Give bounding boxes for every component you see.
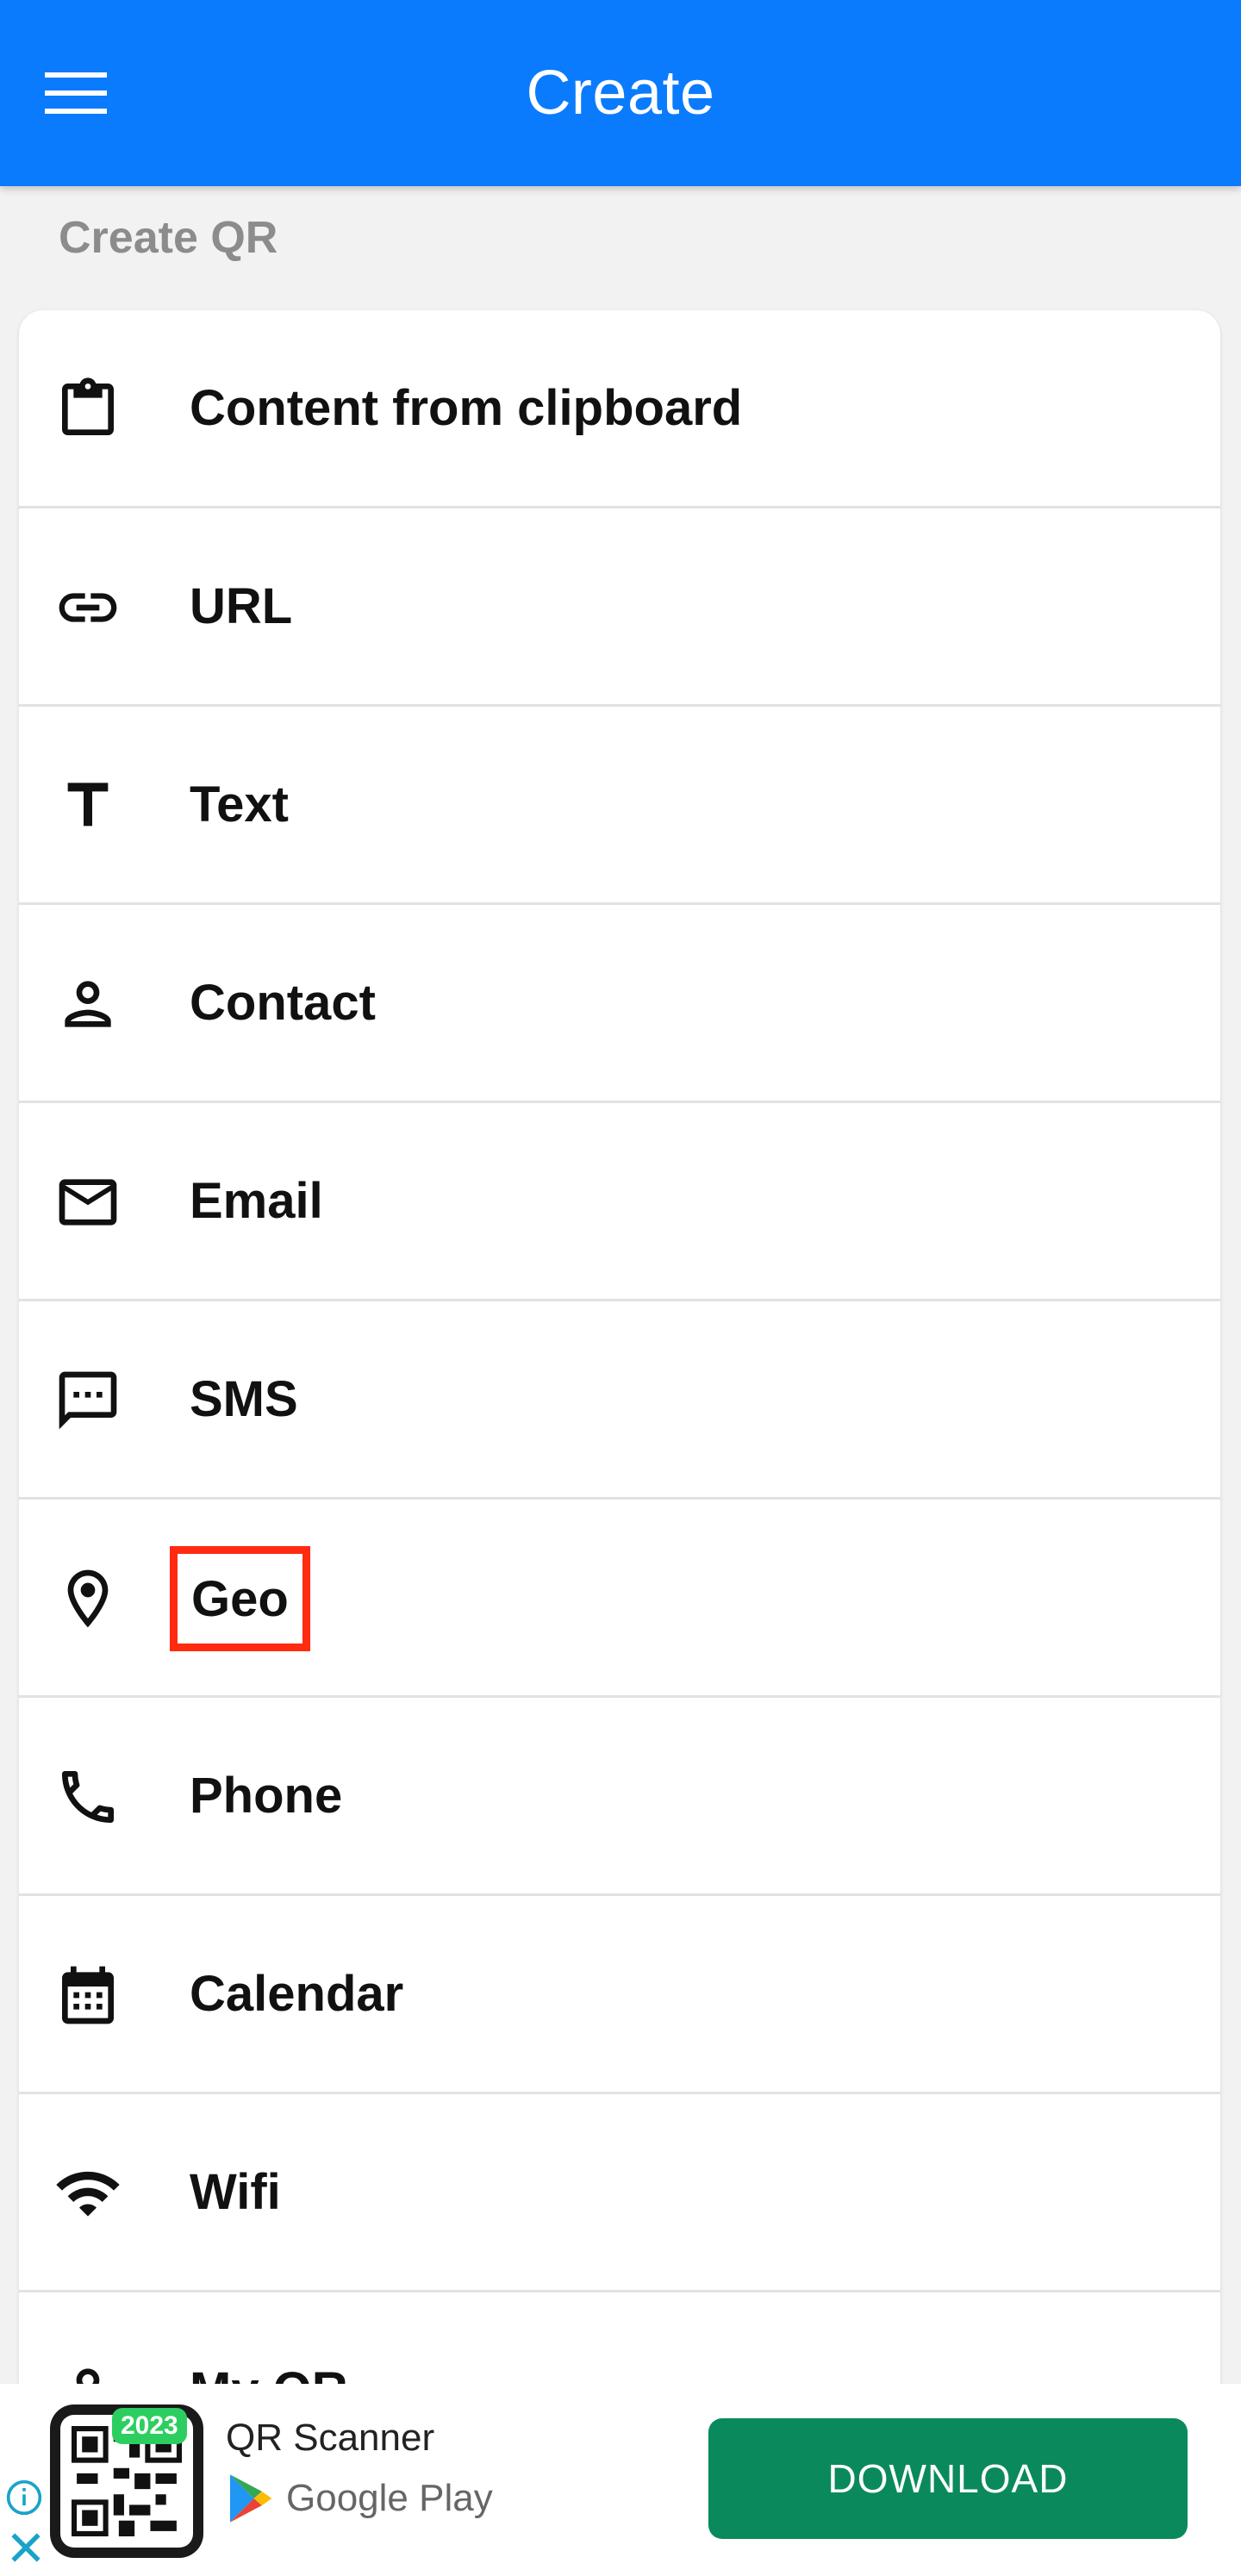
person-icon [53,970,122,1039]
list-item-label: URL [190,578,293,634]
list-item-contact[interactable]: Contact [19,905,1220,1103]
message-icon [53,1366,122,1435]
link-icon [53,573,122,642]
location-pin-icon [53,1564,122,1633]
envelope-icon [53,1168,122,1237]
ad-app-name[interactable]: QR Scanner [226,2386,434,2460]
calendar-icon [53,1961,122,2030]
list-item-label: Email [190,1173,323,1229]
wifi-icon [53,2159,122,2228]
close-icon[interactable] [7,2529,45,2567]
list-item-label: Calendar [190,1966,404,2022]
list-item-label: Phone [190,1768,343,1824]
google-play-icon [229,2474,272,2523]
app-bar: Create [0,0,1241,186]
download-button[interactable]: DOWNLOAD [708,2418,1188,2539]
clipboard-icon [53,375,122,444]
list-item-calendar[interactable]: Calendar [19,1896,1220,2094]
ad-store-label: Google Play [226,2468,493,2529]
list-item-content-from-clipboard[interactable]: Content from clipboard [19,310,1220,508]
list-item-label: SMS [190,1371,298,1427]
list-item-geo[interactable]: Geo [19,1500,1220,1698]
list-item-label: Wifi [190,2164,281,2220]
list-item-url[interactable]: URL [19,508,1220,707]
section-label: Create QR [59,213,278,263]
list-item-email[interactable]: Email [19,1103,1220,1301]
page-title: Create [526,59,715,128]
info-icon[interactable] [5,2479,43,2517]
list-item-label: Text [190,777,289,833]
ad-year-badge: 2023 [112,2408,187,2444]
text-icon [53,771,122,840]
list-item-sms[interactable]: SMS [19,1301,1220,1500]
list-item-label: Geo [170,1546,310,1651]
list-item-phone[interactable]: Phone [19,1698,1220,1896]
ad-banner[interactable]: 2023 QR Scanner Google Play DOWNLOAD [0,2384,1241,2576]
list-item-wifi[interactable]: Wifi [19,2094,1220,2292]
list-item-label: Content from clipboard [190,380,743,436]
list-item-label: Contact [190,975,376,1031]
phone-icon [53,1762,122,1831]
list-item-text[interactable]: Text [19,707,1220,905]
ad-store-name: Google Play [286,2477,493,2519]
create-options-list: Content from clipboard URL Text Contact … [19,310,1220,2413]
